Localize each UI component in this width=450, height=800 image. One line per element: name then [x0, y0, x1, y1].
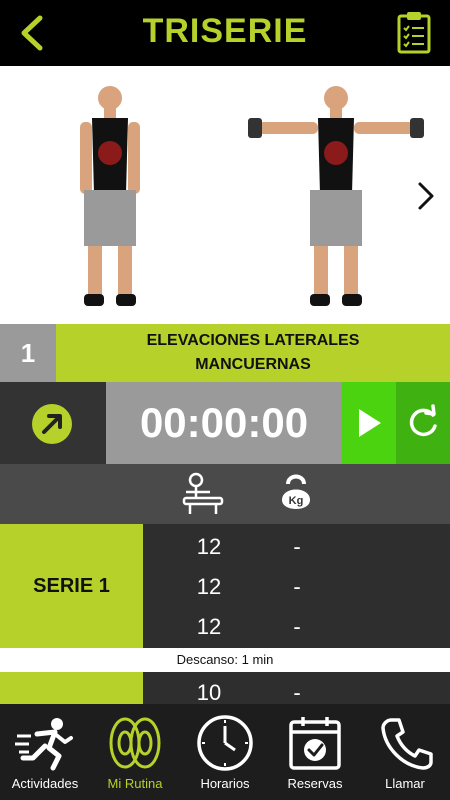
- svg-text:Kg: Kg: [289, 495, 304, 507]
- runner-icon: [15, 718, 73, 771]
- exercise-illustration: [0, 66, 450, 324]
- rep-row: 12 -: [143, 526, 450, 566]
- serie-label: SERIE 1: [0, 524, 143, 648]
- athlete-start-position-image: [80, 86, 140, 306]
- bottom-navigation: Actividades Mi Rutina Horarios Reservas …: [0, 704, 450, 800]
- serie-block: 10 -: [0, 672, 450, 705]
- nav-label: Llamar: [385, 776, 425, 791]
- expand-button[interactable]: [0, 382, 106, 464]
- app-header: TRISERIE: [0, 0, 450, 66]
- nav-item-llamar[interactable]: Llamar: [360, 704, 450, 800]
- kg-value: -: [293, 574, 301, 599]
- rep-row: 12 -: [143, 606, 450, 646]
- timer-display: 00:00:00: [106, 382, 342, 464]
- reset-icon: [409, 404, 437, 437]
- exercise-title-bar: 1 ELEVACIONES LATERALES MANCUERNAS: [0, 324, 450, 382]
- rest-indicator: Descanso: 1 min: [0, 648, 450, 672]
- calendar-check-icon: [289, 717, 341, 770]
- reset-button[interactable]: [396, 382, 450, 464]
- nav-item-reservas[interactable]: Reservas: [270, 704, 360, 800]
- nav-label: Mi Rutina: [107, 776, 163, 791]
- kg-value: -: [293, 534, 301, 559]
- clipboard-list-icon[interactable]: [396, 10, 432, 54]
- kg-value: -: [293, 680, 301, 705]
- timer-row: 00:00:00: [0, 382, 450, 464]
- expand-circle: [32, 404, 72, 444]
- nav-label: Horarios: [200, 776, 250, 791]
- nav-label: Reservas: [287, 776, 343, 791]
- exercise-number: 1: [0, 324, 56, 382]
- nav-item-mi-rutina[interactable]: Mi Rutina: [90, 704, 180, 800]
- nav-item-horarios[interactable]: Horarios: [180, 704, 270, 800]
- clock-icon: [197, 715, 253, 771]
- phone-icon: [381, 718, 433, 770]
- serie-label: [0, 672, 143, 704]
- kettlebell-kg-icon: Kg: [282, 474, 310, 509]
- reps-value: 12: [196, 614, 222, 639]
- page-title: TRISERIE: [142, 12, 308, 50]
- series-column-header: Kg: [0, 464, 450, 524]
- play-button[interactable]: [342, 382, 396, 464]
- nav-item-actividades[interactable]: Actividades: [0, 704, 90, 800]
- bench-press-icon: [182, 472, 224, 514]
- play-icon: [359, 409, 381, 437]
- rep-row: 12 -: [143, 566, 450, 606]
- rep-row: 10 -: [143, 672, 450, 705]
- arrow-up-right-icon: [42, 414, 62, 434]
- exercise-name: ELEVACIONES LATERALES MANCUERNAS: [56, 324, 450, 382]
- nav-label: Actividades: [11, 776, 79, 791]
- reps-value: 10: [196, 680, 222, 705]
- kg-value: -: [293, 614, 301, 639]
- athlete-raised-position-image: [248, 86, 424, 306]
- weight-plates-icon: [109, 717, 161, 769]
- reps-value: 12: [196, 534, 222, 559]
- next-chevron-icon[interactable]: [410, 176, 440, 216]
- reps-value: 12: [196, 574, 222, 599]
- serie-block: SERIE 1 12 - 12 - 12 -: [0, 524, 450, 648]
